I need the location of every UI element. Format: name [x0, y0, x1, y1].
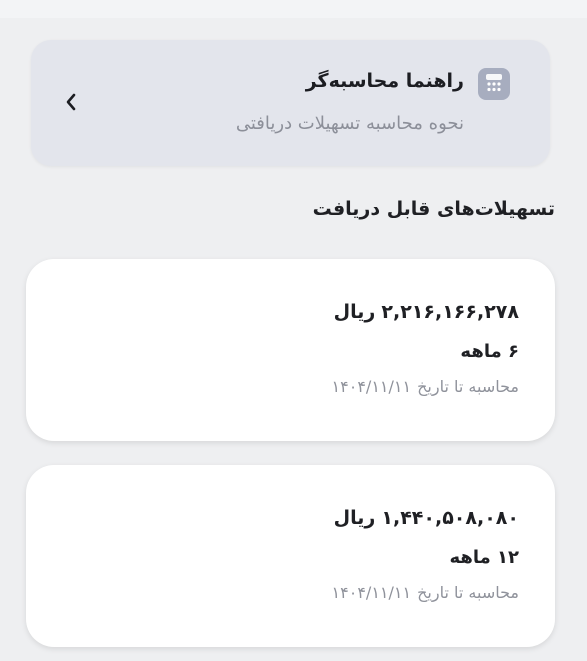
calculator-icon — [478, 68, 510, 100]
guide-subtitle: نحوه محاسبه تسهیلات دریافتی — [235, 113, 464, 134]
facility-currency: ریال — [333, 301, 376, 323]
calc-date-value: ۱۴۰۴/۱۱/۱۱ — [331, 583, 412, 602]
facility-amount: ۱,۴۴۰,۵۰۸,۰۸۰ — [381, 507, 519, 529]
guide-title: راهنما محاسبه‌گر — [305, 70, 464, 92]
calc-date-value: ۱۴۰۴/۱۱/۱۱ — [331, 377, 412, 396]
facility-duration: ۱۲ ماهه — [449, 547, 519, 568]
facility-amount-row: ۱,۴۴۰,۵۰۸,۰۸۰ریال — [334, 507, 519, 529]
facility-amount: ۲,۲۱۶,۱۶۶,۲۷۸ — [381, 301, 519, 323]
facility-calc-date: محاسبه تا تاریخ ۱۴۰۴/۱۱/۱۱ — [332, 583, 519, 602]
facility-amount-row: ۲,۲۱۶,۱۶۶,۲۷۸ریال — [334, 301, 519, 323]
chevron-left-icon[interactable] — [63, 90, 79, 114]
facility-card[interactable]: ۲,۲۱۶,۱۶۶,۲۷۸ریال ۶ ماهه محاسبه تا تاریخ… — [26, 259, 555, 441]
section-title: تسهیلات‌های قابل دریافت — [312, 198, 555, 220]
facility-calc-date: محاسبه تا تاریخ ۱۴۰۴/۱۱/۱۱ — [332, 377, 519, 396]
facility-duration: ۶ ماهه — [460, 341, 519, 362]
facility-currency: ریال — [333, 507, 376, 529]
facility-card[interactable]: ۱,۴۴۰,۵۰۸,۰۸۰ریال ۱۲ ماهه محاسبه تا تاری… — [26, 465, 555, 647]
calculator-guide-card[interactable]: راهنما محاسبه‌گر نحوه محاسبه تسهیلات دری… — [31, 40, 550, 166]
top-strip — [0, 0, 587, 18]
calc-date-label: محاسبه تا تاریخ — [417, 583, 519, 602]
calc-date-label: محاسبه تا تاریخ — [417, 377, 519, 396]
